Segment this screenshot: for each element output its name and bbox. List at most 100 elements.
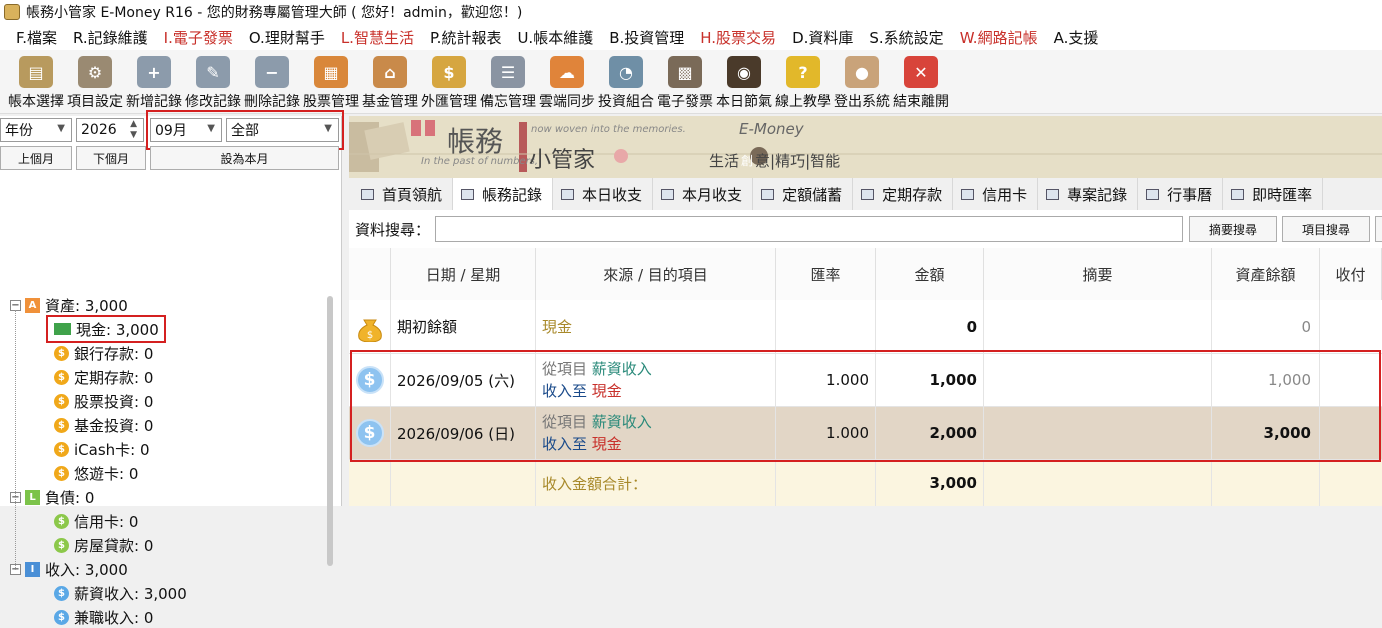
tab-0[interactable]: 首頁領航 <box>353 178 454 210</box>
tab-8[interactable]: 行事曆 <box>1138 178 1224 210</box>
tree-node-4[interactable]: $ 股票投資: 0 <box>54 390 153 412</box>
tree-node-5[interactable]: $ 基金投資: 0 <box>54 414 153 436</box>
toolbar-button-12[interactable]: ◉ 本日節氣 <box>716 50 772 114</box>
tree-node-2[interactable]: $ 銀行存款: 0 <box>54 342 153 364</box>
coin-icon: $ <box>54 417 69 433</box>
next-month-button[interactable]: 下個月 <box>76 146 146 170</box>
prev-month-button[interactable]: 上個月 <box>0 146 72 170</box>
month-select[interactable]: 09月 ▼ <box>150 118 222 142</box>
column-header-0[interactable]: 日期 / 星期 <box>391 248 536 300</box>
this-month-button[interactable]: 設為本月 <box>150 146 339 170</box>
tree-node-0[interactable]: − A 資產: 3,000 <box>10 294 128 316</box>
period-type-select[interactable]: 年份 ▼ <box>0 118 72 142</box>
menu-item-7[interactable]: B.投資管理 <box>601 27 692 48</box>
toolbar-button-7[interactable]: $ 外匯管理 <box>421 50 477 114</box>
record-row[interactable]: $2026/09/05 (六) 從項目 薪資收入 收入至 現金 1.000 1,000 1… <box>349 354 1382 407</box>
tab-page-icon <box>361 188 374 200</box>
opening-balance: 0 <box>1212 300 1320 353</box>
toolbar-button-15[interactable]: ✕ 結束離開 <box>893 50 949 114</box>
banner-brand: E-Money <box>739 120 804 138</box>
record-rate: 1.000 <box>776 407 876 459</box>
toolbar-label: 投資組合 <box>598 94 654 110</box>
menu-item-9[interactable]: D.資料庫 <box>784 27 861 48</box>
toolbar-button-11[interactable]: ▩ 電子發票 <box>657 50 713 114</box>
tab-6[interactable]: 信用卡 <box>953 178 1039 210</box>
column-header-5[interactable]: 資產餘額 <box>1212 248 1320 300</box>
add-record-icon: + <box>137 56 171 88</box>
item-search-button[interactable]: 項目搜尋 <box>1282 216 1370 242</box>
toolbar-button-4[interactable]: − 刪除記錄 <box>244 50 300 114</box>
tab-page-icon <box>1231 188 1245 200</box>
header-icon-col[interactable] <box>349 248 391 300</box>
tab-5[interactable]: 定期存款 <box>853 178 954 210</box>
tree-node-9[interactable]: $ 信用卡: 0 <box>54 510 138 532</box>
record-items: 從項目 薪資收入 收入至 現金 <box>536 354 776 406</box>
tree-node-10[interactable]: $ 房屋貸款: 0 <box>54 534 153 556</box>
column-header-1[interactable]: 來源 / 目的項目 <box>536 248 776 300</box>
banner-art <box>349 116 1382 178</box>
menu-item-11[interactable]: W.網路記帳 <box>952 27 1046 48</box>
menu-item-1[interactable]: R.記錄維護 <box>65 27 156 48</box>
collapse-icon[interactable]: − <box>10 299 21 311</box>
menu-item-5[interactable]: P.統計報表 <box>422 27 509 48</box>
toolbar-button-14[interactable]: ● 登出系統 <box>834 50 890 114</box>
toolbar-button-2[interactable]: + 新增記錄 <box>126 50 182 114</box>
menu-item-4[interactable]: L.智慧生活 <box>333 27 422 48</box>
year-stepper[interactable]: 2026 ▲ ▼ <box>76 118 144 142</box>
tab-page-icon <box>961 188 975 200</box>
total-icon-cell <box>349 460 391 506</box>
menu-item-2[interactable]: I.電子發票 <box>156 27 241 48</box>
tree-node-11[interactable]: − I 收入: 3,000 <box>10 558 128 580</box>
tab-label: 本日收支 <box>582 185 643 204</box>
dollar-coin-icon: $ <box>355 419 384 447</box>
toolbar-button-5[interactable]: ▦ 股票管理 <box>303 50 359 114</box>
menu-item-3[interactable]: O.理財幫手 <box>241 27 333 48</box>
tab-9[interactable]: 即時匯率 <box>1223 178 1324 210</box>
tree-node-6[interactable]: $ iCash卡: 0 <box>54 438 150 460</box>
tab-1[interactable]: 帳務記錄 <box>453 178 554 210</box>
menu-item-0[interactable]: F.檔案 <box>8 27 65 48</box>
tab-page-icon <box>861 188 875 200</box>
menu-item-10[interactable]: S.系統設定 <box>861 27 951 48</box>
tab-label: 帳務記錄 <box>482 185 543 204</box>
tab-7[interactable]: 專案記錄 <box>1038 178 1139 210</box>
tree-node-1[interactable]: 現金: 3,000 <box>54 318 159 340</box>
tree-node-3[interactable]: $ 定期存款: 0 <box>54 366 153 388</box>
menu-item-6[interactable]: U.帳本維護 <box>509 27 601 48</box>
column-header-4[interactable]: 摘要 <box>984 248 1212 300</box>
tree-node-8[interactable]: − L 負債: 0 <box>10 486 94 508</box>
scope-select[interactable]: 全部 ▼ <box>226 118 339 142</box>
toolbar-button-8[interactable]: ☰ 備忘管理 <box>480 50 536 114</box>
tab-2[interactable]: 本日收支 <box>553 178 654 210</box>
summary-search-button[interactable]: 摘要搜尋 <box>1189 216 1277 242</box>
tab-label: 信用卡 <box>982 185 1028 204</box>
column-header-2[interactable]: 匯率 <box>776 248 876 300</box>
opening-balance-row[interactable]: $ 期初餘額 現金 0 0 <box>349 300 1382 354</box>
tree-node-12[interactable]: $ 薪資收入: 3,000 <box>54 582 187 604</box>
total-row: 收入金額合計： 3,000 <box>349 460 1382 506</box>
tree-scrollbar[interactable] <box>327 296 333 566</box>
record-row[interactable]: $2026/09/06 (日) 從項目 薪資收入 收入至 現金 1.000 2,000 3… <box>349 407 1382 460</box>
total-spacer <box>391 460 536 506</box>
title-bar: 帳務小管家 E-Money R16 - 您的財務專屬管理大師 ( 您好！admi… <box>0 0 1382 24</box>
toolbar-button-0[interactable]: ▤ 帳本選擇 <box>8 50 64 114</box>
search-input[interactable] <box>435 216 1183 242</box>
menu-item-12[interactable]: A.支援 <box>1046 27 1107 48</box>
toolbar-button-3[interactable]: ✎ 修改記錄 <box>185 50 241 114</box>
toolbar-label: 外匯管理 <box>421 94 477 110</box>
toolbar-button-13[interactable]: ? 線上教學 <box>775 50 831 114</box>
menu-item-8[interactable]: H.股票交易 <box>692 27 784 48</box>
tree-node-label: 銀行存款: 0 <box>74 344 154 363</box>
column-header-3[interactable]: 金額 <box>876 248 984 300</box>
toolbar-button-10[interactable]: ◔ 投資組合 <box>598 50 654 114</box>
more-search-button[interactable] <box>1375 216 1382 242</box>
tree-node-label: 基金投資: 0 <box>74 416 154 435</box>
tab-4[interactable]: 定額儲蓄 <box>753 178 854 210</box>
toolbar-button-1[interactable]: ⚙ 項目設定 <box>67 50 123 114</box>
tab-3[interactable]: 本月收支 <box>653 178 754 210</box>
toolbar-button-6[interactable]: ⌂ 基金管理 <box>362 50 418 114</box>
tree-node-7[interactable]: $ 悠遊卡: 0 <box>54 462 138 484</box>
toolbar-button-9[interactable]: ☁ 雲端同步 <box>539 50 595 114</box>
column-header-6[interactable]: 收付 <box>1320 248 1382 300</box>
tree-node-13[interactable]: $ 兼職收入: 0 <box>54 606 153 628</box>
